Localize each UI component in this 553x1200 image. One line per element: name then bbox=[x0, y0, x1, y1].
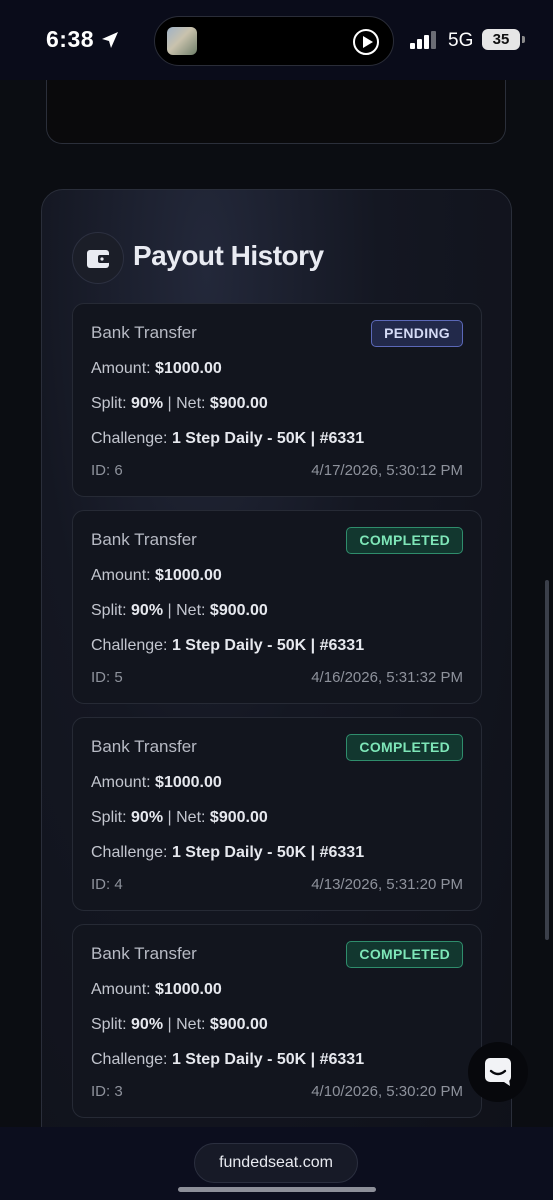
status-badge: PENDING bbox=[371, 320, 463, 347]
payout-method: Bank Transfer bbox=[91, 530, 197, 549]
payout-amount-row: Amount: $1000.00 bbox=[91, 567, 222, 585]
media-thumbnail bbox=[167, 27, 197, 55]
status-badge: COMPLETED bbox=[346, 941, 463, 968]
payout-method: Bank Transfer bbox=[91, 944, 197, 963]
payout-card: Bank Transfer COMPLETED Amount: $1000.00… bbox=[72, 924, 482, 1118]
payout-amount-row: Amount: $1000.00 bbox=[91, 360, 222, 378]
chat-icon bbox=[485, 1058, 511, 1086]
battery-icon: 35 bbox=[482, 29, 525, 50]
challenge-label: Challenge: bbox=[91, 844, 168, 861]
payout-method: Bank Transfer bbox=[91, 323, 197, 342]
net-label: | Net: bbox=[167, 1016, 206, 1033]
home-indicator[interactable] bbox=[178, 1187, 376, 1192]
chat-launcher-button[interactable] bbox=[468, 1042, 528, 1102]
status-time: 6:38 bbox=[46, 26, 95, 52]
net-value: $900.00 bbox=[209, 1016, 268, 1033]
amount-value: $1000.00 bbox=[155, 981, 222, 998]
split-value: 90% bbox=[131, 809, 164, 826]
split-label: Split: bbox=[91, 395, 127, 412]
net-label: | Net: bbox=[167, 395, 206, 412]
network-type: 5G bbox=[448, 30, 474, 51]
payout-method: Bank Transfer bbox=[91, 737, 197, 756]
amount-label: Amount: bbox=[91, 567, 151, 584]
amount-label: Amount: bbox=[91, 774, 151, 791]
challenge-label: Challenge: bbox=[91, 430, 168, 447]
net-value: $900.00 bbox=[209, 602, 268, 619]
payout-challenge-row: Challenge: 1 Step Daily - 50K | #6331 bbox=[91, 637, 364, 655]
status-bar: 6:38 5G 35 bbox=[0, 0, 553, 80]
status-badge: COMPLETED bbox=[346, 527, 463, 554]
payout-id: ID: 3 bbox=[91, 1083, 123, 1100]
net-label: | Net: bbox=[167, 809, 206, 826]
net-value: $900.00 bbox=[209, 809, 268, 826]
payout-amount-row: Amount: $1000.00 bbox=[91, 774, 222, 792]
payout-card: Bank Transfer COMPLETED Amount: $1000.00… bbox=[72, 717, 482, 911]
payout-id: ID: 4 bbox=[91, 876, 123, 893]
amount-value: $1000.00 bbox=[155, 360, 222, 377]
play-icon[interactable] bbox=[353, 29, 379, 55]
split-value: 90% bbox=[131, 602, 164, 619]
split-label: Split: bbox=[91, 809, 127, 826]
challenge-value: 1 Step Daily - 50K | #6331 bbox=[171, 1051, 365, 1068]
split-label: Split: bbox=[91, 1016, 127, 1033]
split-value: 90% bbox=[131, 1016, 164, 1033]
browser-bottom-bar: fundedseat.com bbox=[0, 1127, 553, 1200]
signal-icon bbox=[410, 31, 436, 49]
dynamic-island[interactable] bbox=[154, 16, 394, 66]
payout-split-row: Split: 90% | Net: $900.00 bbox=[91, 395, 268, 413]
amount-label: Amount: bbox=[91, 981, 151, 998]
page-title: Payout History bbox=[133, 240, 324, 271]
payout-split-row: Split: 90% | Net: $900.00 bbox=[91, 1016, 268, 1034]
challenge-label: Challenge: bbox=[91, 637, 168, 654]
payout-challenge-row: Challenge: 1 Step Daily - 50K | #6331 bbox=[91, 844, 364, 862]
payout-card: Bank Transfer PENDING Amount: $1000.00 S… bbox=[72, 303, 482, 497]
payout-date: 4/13/2026, 5:31:20 PM bbox=[311, 876, 463, 893]
payout-date: 4/10/2026, 5:30:20 PM bbox=[311, 1083, 463, 1100]
net-label: | Net: bbox=[167, 602, 206, 619]
payout-card: Bank Transfer COMPLETED Amount: $1000.00… bbox=[72, 510, 482, 704]
payout-challenge-row: Challenge: 1 Step Daily - 50K | #6331 bbox=[91, 430, 364, 448]
split-label: Split: bbox=[91, 602, 127, 619]
amount-label: Amount: bbox=[91, 360, 151, 377]
net-value: $900.00 bbox=[209, 395, 268, 412]
status-badge: COMPLETED bbox=[346, 734, 463, 761]
url-bar[interactable]: fundedseat.com bbox=[194, 1143, 358, 1183]
wallet-icon bbox=[72, 232, 124, 284]
location-arrow-icon bbox=[102, 32, 118, 48]
split-value: 90% bbox=[131, 395, 164, 412]
payout-date: 4/17/2026, 5:30:12 PM bbox=[311, 462, 463, 479]
payout-id: ID: 6 bbox=[91, 462, 123, 479]
payout-date: 4/16/2026, 5:31:32 PM bbox=[311, 669, 463, 686]
payout-amount-row: Amount: $1000.00 bbox=[91, 981, 222, 999]
payout-history-panel: Payout History Bank Transfer PENDING Amo… bbox=[41, 189, 512, 1169]
amount-value: $1000.00 bbox=[155, 774, 222, 791]
payout-split-row: Split: 90% | Net: $900.00 bbox=[91, 602, 268, 620]
challenge-label: Challenge: bbox=[91, 1051, 168, 1068]
challenge-value: 1 Step Daily - 50K | #6331 bbox=[171, 844, 365, 861]
payout-id: ID: 5 bbox=[91, 669, 123, 686]
scrollbar[interactable] bbox=[545, 580, 549, 940]
challenge-value: 1 Step Daily - 50K | #6331 bbox=[171, 430, 365, 447]
payout-split-row: Split: 90% | Net: $900.00 bbox=[91, 809, 268, 827]
payout-challenge-row: Challenge: 1 Step Daily - 50K | #6331 bbox=[91, 1051, 364, 1069]
amount-value: $1000.00 bbox=[155, 567, 222, 584]
challenge-value: 1 Step Daily - 50K | #6331 bbox=[171, 637, 365, 654]
